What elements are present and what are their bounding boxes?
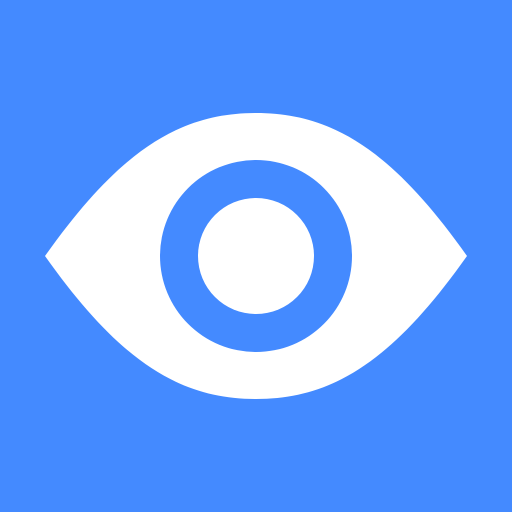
app-icon <box>0 0 512 512</box>
eye-icon <box>0 0 512 512</box>
eye-pupil <box>198 198 314 314</box>
